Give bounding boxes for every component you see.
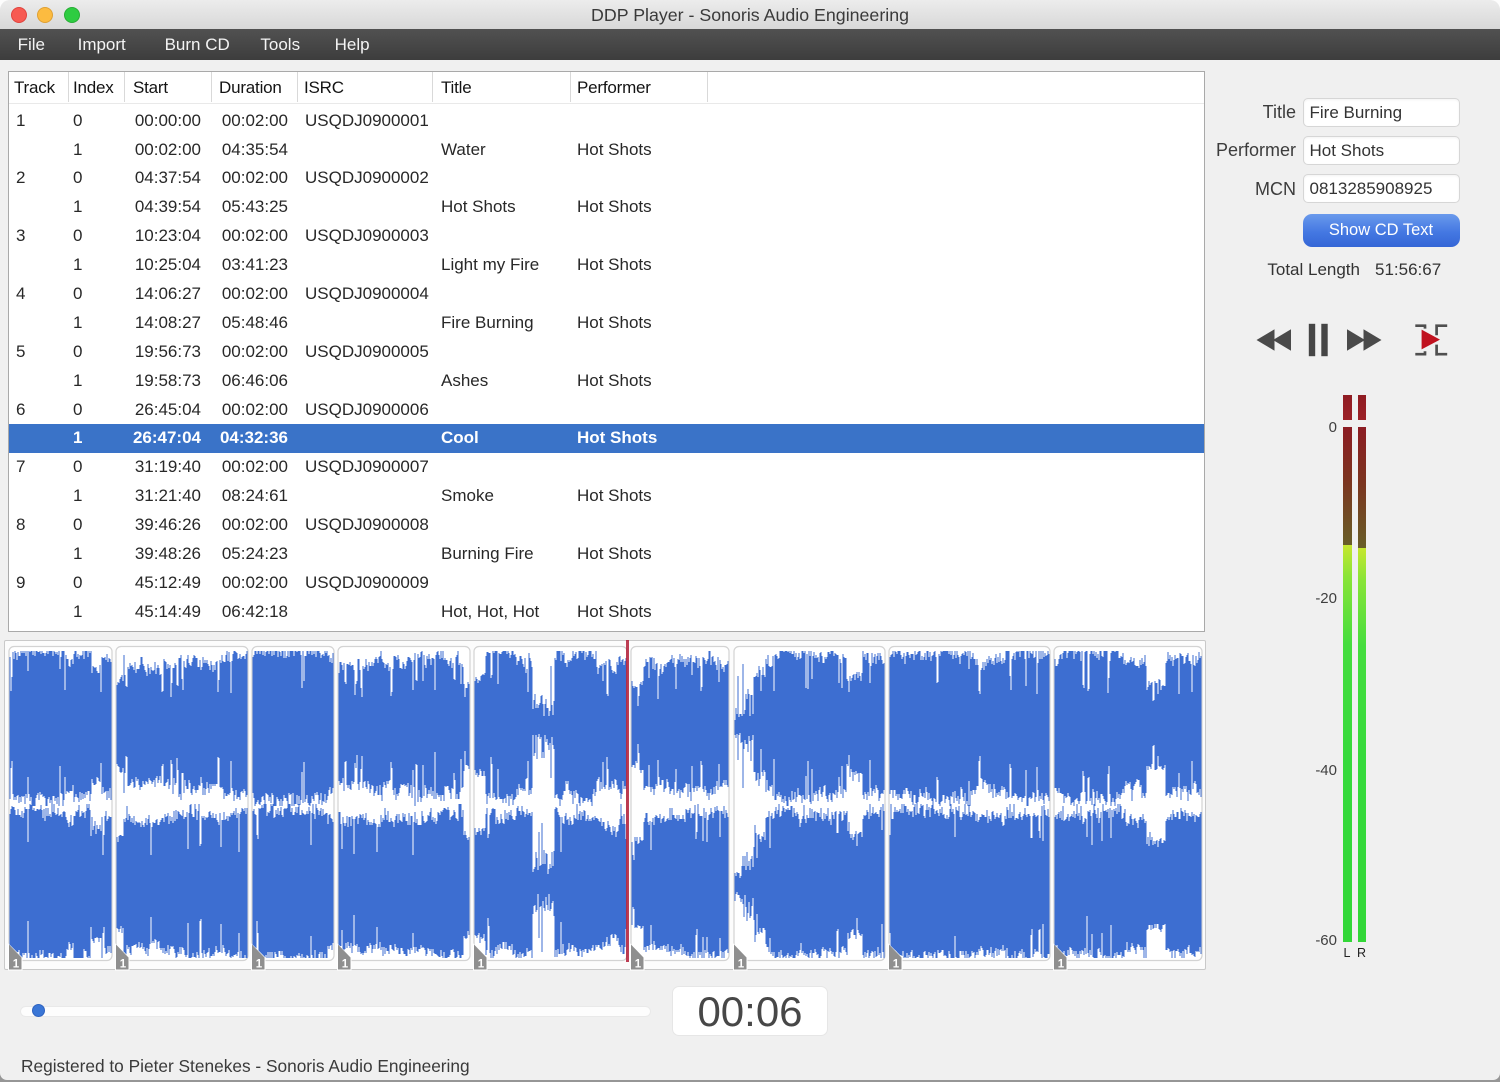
svg-text:1: 1 [892,959,899,971]
svg-text:1: 1 [341,959,348,971]
svg-text:1: 1 [119,959,126,971]
svg-text:1: 1 [255,959,262,971]
svg-text:1: 1 [477,959,484,971]
svg-text:1: 1 [12,959,19,971]
svg-text:1: 1 [1057,959,1064,971]
svg-text:1: 1 [737,959,744,971]
svg-text:1: 1 [634,959,641,971]
